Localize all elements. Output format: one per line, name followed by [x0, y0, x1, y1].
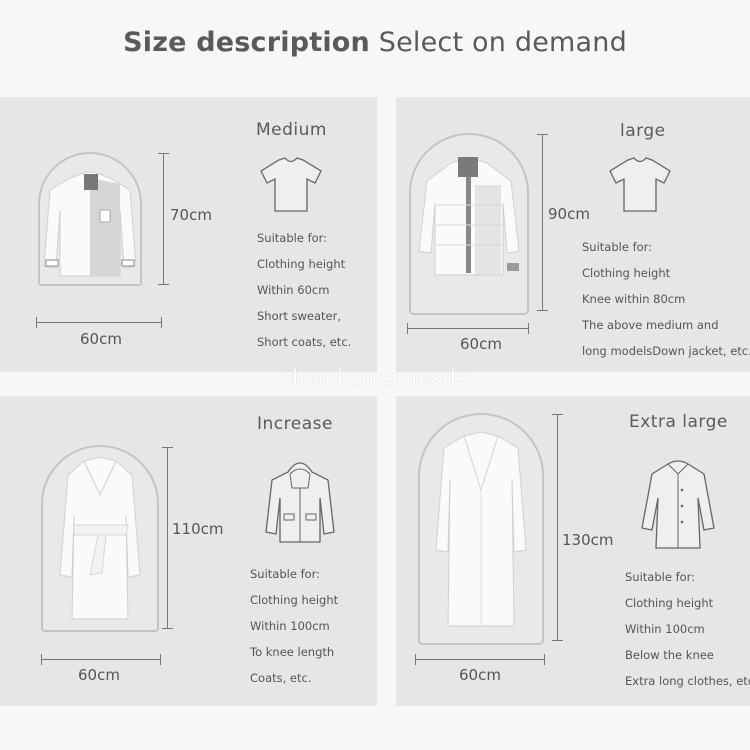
title-bold: Size description [123, 27, 370, 58]
description-line: Clothing height [257, 257, 346, 271]
description-line: Clothing height [250, 593, 339, 607]
description-line: Knee within 80cm [582, 292, 686, 306]
description-line: Within 60cm [257, 283, 330, 297]
size-title: Increase [257, 414, 333, 434]
description-line: Within 100cm [250, 619, 330, 633]
width-dimension-line [415, 659, 545, 660]
size-title: Medium [256, 120, 327, 140]
description-line: Suitable for: [625, 570, 696, 584]
trench-coat-icon [59, 456, 141, 620]
description-line: Clothing height [625, 596, 714, 610]
height-dimension-line [163, 153, 164, 285]
long-coat-icon [641, 460, 715, 549]
title-light: Select on demand [378, 27, 627, 58]
width-label: 60cm [460, 335, 502, 353]
tick [160, 654, 161, 665]
long-overcoat-icon [435, 431, 527, 627]
tick [161, 317, 162, 328]
description-line: The above medium and [582, 318, 719, 332]
watermark-text: shumi-cn.en.made [281, 365, 469, 389]
height-dimension-line [557, 414, 558, 641]
description-line: Short sweater, [257, 309, 342, 323]
width-label: 60cm [78, 666, 120, 684]
size-description: Suitable for: Clothing height Within 100… [625, 564, 750, 694]
width-label: 60cm [80, 330, 122, 348]
tick [407, 323, 408, 334]
tick [41, 654, 42, 665]
description-line: Below the knee [625, 648, 714, 662]
tick [36, 317, 37, 328]
height-label: 130cm [562, 531, 614, 549]
width-label: 60cm [459, 666, 501, 684]
description-line: long modelsDown jacket, etc. [582, 344, 750, 358]
tshirt-icon [609, 157, 671, 212]
tick [528, 323, 529, 334]
width-dimension-line [41, 659, 161, 660]
description-line: Suitable for: [250, 567, 321, 581]
height-label: 70cm [170, 206, 212, 224]
size-description: Suitable for: Clothing height Within 60c… [257, 225, 351, 355]
tick [162, 447, 173, 448]
size-description: Suitable for: Clothing height Knee withi… [582, 234, 750, 364]
tshirt-icon [260, 157, 322, 212]
width-dimension-line [36, 322, 162, 323]
tick [537, 310, 548, 311]
tick [158, 153, 169, 154]
description-line: Suitable for: [257, 231, 328, 245]
height-label: 90cm [548, 205, 590, 223]
tick [544, 654, 545, 665]
tick [162, 628, 173, 629]
description-line: Short coats, etc. [257, 335, 352, 349]
size-title: large [620, 121, 666, 141]
description-line: Clothing height [582, 266, 671, 280]
tick [158, 284, 169, 285]
description-line: Extra long clothes, etc. [625, 674, 750, 688]
size-title: Extra large [629, 412, 728, 432]
tick [552, 640, 563, 641]
width-dimension-line [407, 328, 529, 329]
down-jacket-icon [418, 157, 520, 276]
height-dimension-line [542, 134, 543, 311]
shirt-icon [43, 171, 137, 277]
description-line: Suitable for: [582, 240, 653, 254]
tick [552, 414, 563, 415]
height-dimension-line [167, 447, 168, 629]
tick [537, 134, 548, 135]
page-title: Size description Select on demand [0, 27, 750, 58]
size-description: Suitable for: Clothing height Within 100… [250, 561, 338, 691]
hoodie-icon [265, 462, 335, 543]
description-line: To knee length [250, 645, 335, 659]
height-label: 110cm [172, 520, 224, 538]
tick [415, 654, 416, 665]
description-line: Within 100cm [625, 622, 705, 636]
description-line: Coats, etc. [250, 671, 312, 685]
